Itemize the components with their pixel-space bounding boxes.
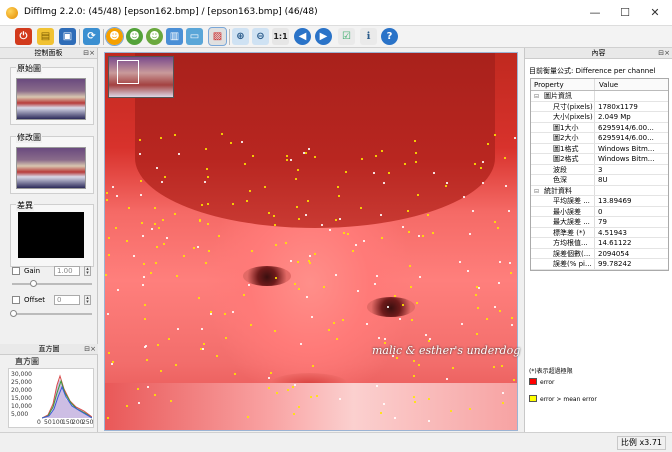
histogram-curves <box>42 374 92 419</box>
offset-input[interactable]: 0 <box>54 295 80 305</box>
pin-icon[interactable]: ⊟× <box>658 48 670 59</box>
table-row[interactable]: 波段 3 <box>531 164 668 175</box>
close-button[interactable]: ✕ <box>640 0 670 26</box>
monitor-icon[interactable]: ▭ <box>186 28 203 45</box>
next-icon[interactable]: ▶ <box>315 28 332 45</box>
info-icon[interactable]: ℹ <box>360 28 377 45</box>
table-row[interactable]: 圖1格式 Windows Bitm... <box>531 143 668 154</box>
pin-icon[interactable]: ⊟× <box>83 48 95 59</box>
histogram-x-tick: 250 <box>82 419 94 426</box>
table-row[interactable]: 方均根值... 14.61122 <box>531 238 668 249</box>
error-pixel-overlay <box>105 53 517 430</box>
histogram-chart: 30,000 25,000 20,000 15,000 10,000 5,000… <box>8 368 94 428</box>
title-bar: DiffImg 2.2.0: (45/48) [epson162.bmp] / … <box>0 0 672 26</box>
table-row[interactable]: 圖2大小 6295914/6.00... <box>531 133 668 144</box>
table-row[interactable]: 最大誤差 ... 79 <box>531 217 668 228</box>
table-row[interactable]: 色深 8U <box>531 175 668 186</box>
split-view-icon[interactable]: ▥ <box>166 28 183 45</box>
refresh-icon[interactable]: ⟳ <box>83 28 100 45</box>
table-row[interactable]: 標準差 (*) 4.51943 <box>531 227 668 238</box>
error-swatch <box>529 378 537 385</box>
modified-image-group: 修改圖 <box>10 132 94 194</box>
minimize-button[interactable]: — <box>580 0 610 26</box>
zoom-1to1-icon[interactable]: 1:1 <box>272 28 289 45</box>
table-header: Property Value <box>531 79 668 91</box>
window-title: DiffImg 2.2.0: (45/48) [epson162.bmp] / … <box>24 7 318 17</box>
original-thumbnail[interactable] <box>16 78 86 120</box>
original-image-group: 原始圖 <box>10 63 94 125</box>
histogram-y-tick: 15,000 <box>11 395 32 402</box>
histogram-y-tick: 5,000 <box>11 411 29 418</box>
checklist-icon[interactable]: ☑ <box>338 28 355 45</box>
histogram-x-tick: 0 <box>37 419 41 426</box>
zoom-in-icon[interactable]: ⊕ <box>232 28 249 45</box>
threshold-note: (*)表示超過極限 <box>529 368 573 375</box>
offset-stepper[interactable]: ▴ ▾ <box>84 295 91 305</box>
table-row[interactable]: 誤差(% pi... 99.78242 <box>531 259 668 270</box>
mean-error-legend-label: error > mean error <box>540 396 597 403</box>
power-icon[interactable]: ⏻ <box>15 28 32 45</box>
column-header[interactable]: Value <box>596 79 668 90</box>
histogram-panel-title: 直方圖 <box>38 345 60 353</box>
navigator-thumbnail[interactable] <box>108 56 174 98</box>
emoji-orange-icon[interactable]: ☻ <box>105 27 124 46</box>
emoji-lime-icon[interactable]: ☻ <box>146 28 163 45</box>
gain-slider[interactable] <box>12 283 92 285</box>
properties-table: Property Value ⊟ 圖片資訊 尺寸(pixels) 1780x117… <box>530 78 669 271</box>
table-group[interactable]: ⊟ 統計資料 <box>531 185 668 196</box>
offset-label: Offset <box>24 296 46 304</box>
formula-label: 目前衡量公式: Difference per channel <box>529 67 656 75</box>
histogram-y-tick: 10,000 <box>11 403 32 410</box>
toolbar: ⏻ ▤ ▣ ⟳ ☻ ☻ ☻ ▥ ▭ ▨ ⊕ ⊖ 1:1 ◀ ▶ ☑ ℹ ? <box>0 26 672 48</box>
offset-slider-handle[interactable] <box>10 310 17 317</box>
save-icon[interactable]: ▣ <box>59 28 76 45</box>
modified-image-label: 修改圖 <box>16 132 42 143</box>
table-row[interactable]: 圖1大小 6295914/6.00... <box>531 122 668 133</box>
table-row[interactable]: 平均誤差 ... 13.89469 <box>531 196 668 207</box>
properties-panel: 內容 ⊟× 目前衡量公式: Difference per channel Pro… <box>524 48 672 432</box>
histogram-y-tick: 25,000 <box>11 379 32 386</box>
gain-label: Gain <box>24 267 41 275</box>
table-row[interactable]: 尺寸(pixels) 1780x1179 <box>531 101 668 112</box>
control-panel-title: 控制面板 <box>34 49 63 57</box>
table-row[interactable]: 最小誤差 0 <box>531 206 668 217</box>
histogram-y-tick: 20,000 <box>11 387 32 394</box>
mask-icon[interactable]: ▨ <box>208 27 227 46</box>
offset-checkbox[interactable] <box>12 296 20 304</box>
gain-input[interactable]: 1.00 <box>54 266 80 276</box>
diff-thumbnail[interactable] <box>18 212 84 258</box>
histogram-label: 直方圖 <box>14 356 40 367</box>
help-icon[interactable]: ? <box>381 28 398 45</box>
maximize-button[interactable]: ☐ <box>610 0 640 26</box>
diff-image-label: 差異 <box>16 200 34 211</box>
gain-slider-handle[interactable] <box>30 280 37 287</box>
properties-panel-title: 內容 <box>591 49 606 57</box>
previous-icon[interactable]: ◀ <box>294 28 311 45</box>
table-row[interactable]: 圖2格式 Windows Bitm... <box>531 154 668 165</box>
table-row[interactable]: 大小(pixels) 2.049 Mp <box>531 112 668 123</box>
watermark-text: malic & esther's underdog <box>372 344 521 357</box>
gain-stepper[interactable]: ▴ ▾ <box>84 266 91 276</box>
modified-thumbnail[interactable] <box>16 147 86 189</box>
histogram-x-tick: 50 <box>44 419 52 426</box>
zoom-level: 比例 x3.71 <box>616 436 666 450</box>
column-header[interactable]: Property <box>531 79 595 90</box>
mean-error-swatch <box>529 395 537 402</box>
open-folder-icon[interactable]: ▤ <box>37 28 54 45</box>
status-bar: 比例 x3.71 <box>0 432 672 452</box>
viewport-rectangle[interactable] <box>117 60 139 84</box>
app-logo-icon <box>6 7 18 19</box>
zoom-out-icon[interactable]: ⊖ <box>252 28 269 45</box>
table-row[interactable]: 誤差個數(... 2094054 <box>531 248 668 259</box>
table-group[interactable]: ⊟ 圖片資訊 <box>531 91 668 102</box>
original-image-label: 原始圖 <box>16 63 42 74</box>
histogram-y-tick: 30,000 <box>11 371 32 378</box>
gain-checkbox[interactable] <box>12 267 20 275</box>
emoji-green-icon[interactable]: ☻ <box>126 28 143 45</box>
error-legend-label: error <box>540 379 555 386</box>
main-image-view[interactable] <box>104 52 518 431</box>
pin-icon[interactable]: ⊟× <box>84 344 96 355</box>
offset-slider[interactable] <box>12 313 92 315</box>
